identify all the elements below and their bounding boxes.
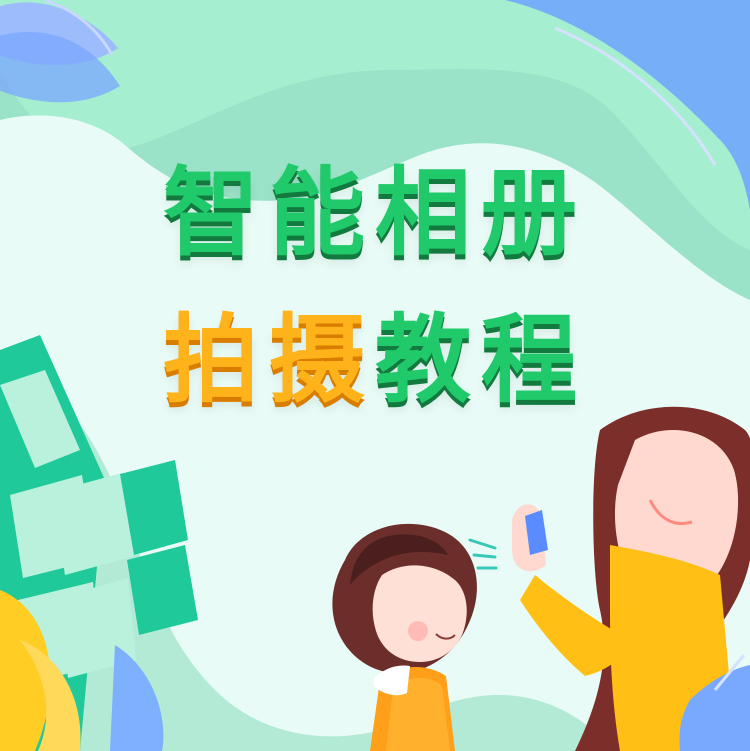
headline-text-line-1: 智能相册 [163, 157, 587, 269]
headline-line-1: 智能相册 [0, 165, 750, 261]
headline-highlight: 拍摄 [163, 304, 375, 416]
headline-line-2: 拍摄教程 [0, 312, 750, 408]
illustration-stage: 智能相册 拍摄教程 [0, 0, 750, 751]
headline-rest: 教程 [375, 304, 587, 416]
